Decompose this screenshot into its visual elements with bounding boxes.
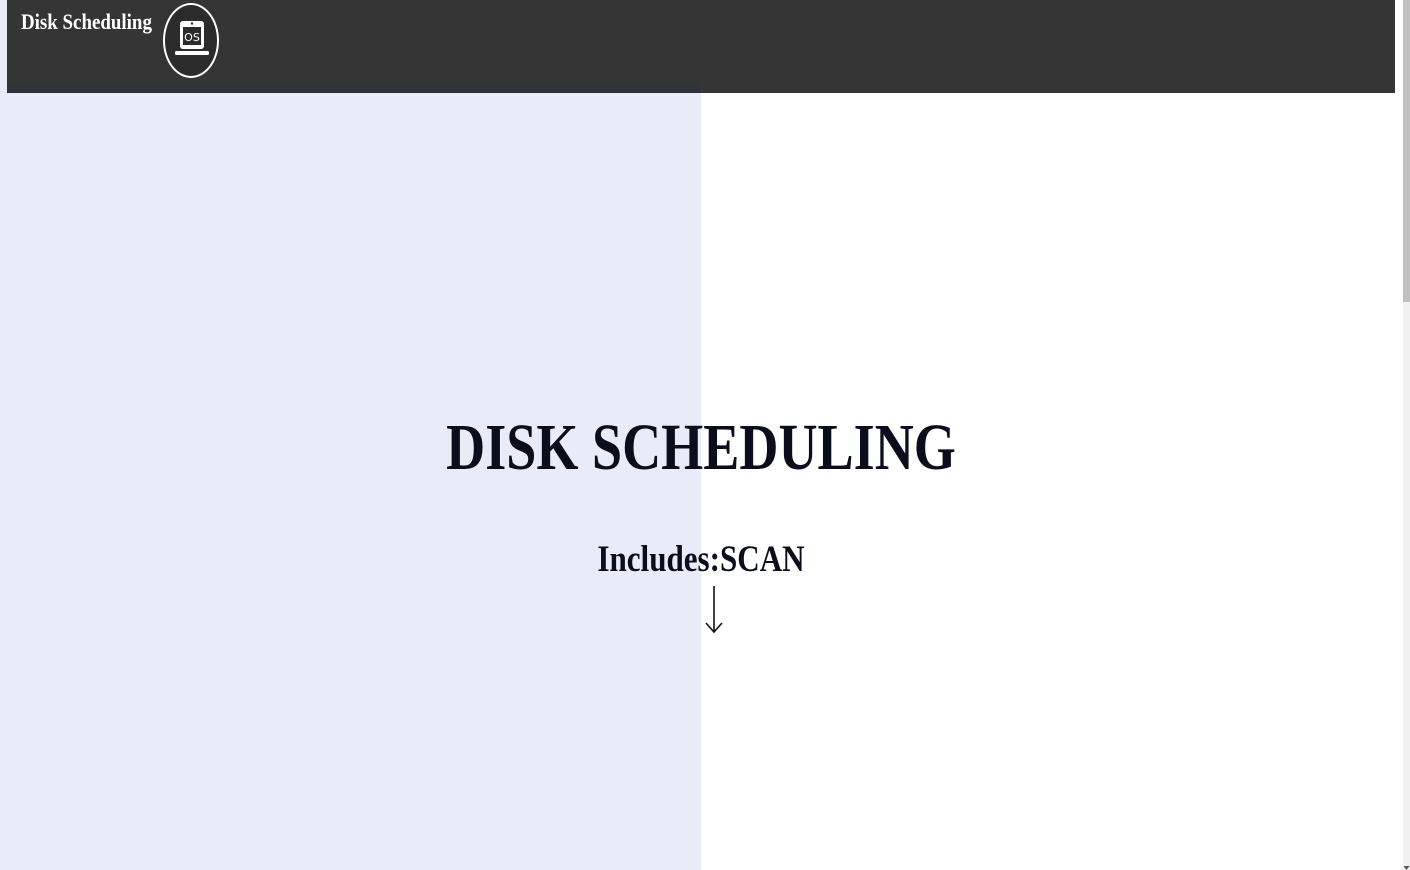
- hero-subtitle: Includes:SCAN: [597, 539, 805, 580]
- hero-title: DISK SCHEDULING: [446, 411, 956, 484]
- down-arrow-icon[interactable]: [703, 584, 727, 636]
- laptop-icon: OS: [175, 21, 209, 55]
- page: Disk Scheduling OS DISK SCHEDULING Inclu…: [0, 0, 1410, 870]
- brand-title[interactable]: Disk Scheduling: [21, 9, 152, 35]
- scroll-down-arrow-icon[interactable]: [1403, 860, 1410, 870]
- navbar-shadow: [7, 81, 701, 93]
- os-logo-icon[interactable]: OS: [163, 3, 219, 78]
- navbar: Disk Scheduling OS: [7, 0, 1395, 93]
- scrollbar-thumb[interactable]: [1403, 0, 1410, 302]
- logo-text: OS: [184, 31, 200, 44]
